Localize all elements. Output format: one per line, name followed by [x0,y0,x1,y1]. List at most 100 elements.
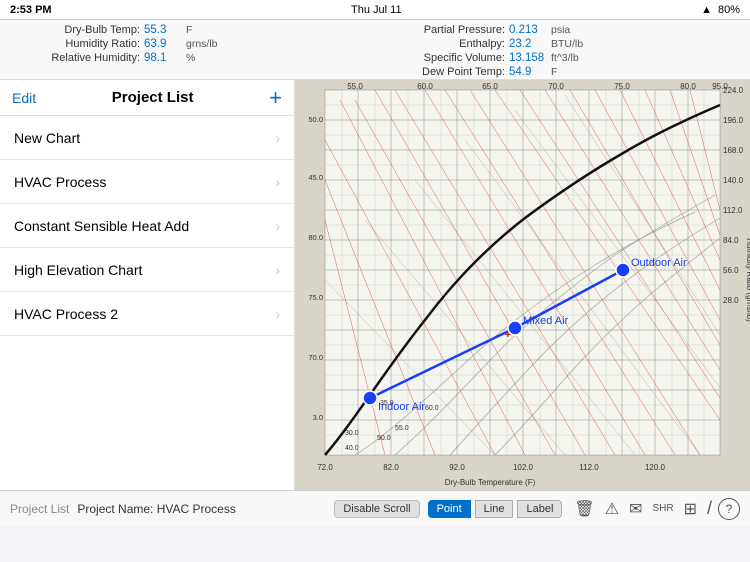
drybulb-value: 55.3 [144,24,182,36]
list-item-constant-sensible[interactable]: Constant Sensible Heat Add › [0,204,294,248]
svg-text:60.0: 60.0 [425,405,439,412]
svg-text:50.0: 50.0 [377,435,391,442]
header-metrics: Dry-Bulb Temp: 55.3 F Humidity Ratio: 63… [0,20,750,80]
partialpressure-unit: psia [551,24,570,36]
specificvolume-row: Specific Volume: 13.158 ft^3/lb [375,52,740,64]
svg-text:92.0: 92.0 [449,463,465,472]
list-title: Project List [36,89,269,106]
help-icon-button[interactable]: ? [718,498,740,520]
svg-text:95.0: 95.0 [712,82,728,91]
drybulb-row: Dry-Bulb Temp: 55.3 F [10,24,375,36]
svg-text:112.0: 112.0 [723,206,743,215]
svg-text:60.0: 60.0 [417,82,433,91]
svg-text:84.0: 84.0 [723,236,739,245]
svg-text:140.0: 140.0 [723,176,744,185]
svg-text:40.0: 40.0 [345,445,359,452]
point-button[interactable]: Point [428,500,471,518]
chevron-right-icon: › [275,218,280,234]
disable-scroll-button[interactable]: Disable Scroll [334,500,419,518]
share-icon-button[interactable]: SHR [648,501,677,516]
enthalpy-label: Enthalpy: [375,38,505,50]
svg-text:82.0: 82.0 [383,463,399,472]
battery-indicator: 80% [718,4,740,16]
list-item-label: HVAC Process 2 [14,306,275,322]
chevron-right-icon: › [275,262,280,278]
humidityratio-unit: grns/lb [186,38,218,50]
label-button[interactable]: Label [517,500,562,518]
svg-text:Dry-Bulb Temperature (F): Dry-Bulb Temperature (F) [445,478,536,487]
warning-icon-button[interactable]: ⚠ [601,497,623,521]
line-button[interactable]: Line [475,500,514,518]
line-tool-icon-button[interactable]: / [703,496,716,521]
svg-text:70.0: 70.0 [548,82,564,91]
svg-text:65.0: 65.0 [482,82,498,91]
add-button[interactable]: + [269,87,282,109]
svg-text:70.0: 70.0 [308,353,323,362]
list-item-hvac-process-2[interactable]: HVAC Process 2 › [0,292,294,336]
svg-text:3.0: 3.0 [313,413,323,422]
list-item-hvac-process[interactable]: HVAC Process › [0,160,294,204]
list-item-high-elevation[interactable]: High Elevation Chart › [0,248,294,292]
svg-text:112.0: 112.0 [579,463,599,472]
dewpoint-value: 54.9 [509,66,547,78]
list-item-label: Constant Sensible Heat Add [14,218,275,234]
svg-text:35.0: 35.0 [380,400,394,407]
svg-text:30.0: 30.0 [345,430,359,437]
svg-text:196.0: 196.0 [723,116,744,125]
list-item-label: New Chart [14,130,275,146]
grid-icon-button[interactable]: ⊞ [680,497,701,521]
svg-text:Mixed Air: Mixed Air [523,315,569,327]
partialpressure-row: Partial Pressure: 0.213 psia [375,24,740,36]
psych-chart-svg: 224.0 196.0 168.0 140.0 112.0 84.0 56.0 … [295,80,750,490]
chevron-right-icon: › [275,130,280,146]
list-header: Edit Project List + [0,80,294,116]
toolbar-icons: 🗑 ⚠ ✉ SHR ⊞ / ? [570,496,740,521]
svg-text:56.0: 56.0 [723,266,739,275]
svg-text:120.0: 120.0 [645,463,666,472]
svg-text:102.0: 102.0 [513,463,534,472]
svg-text:Humidity Ratio (grns/lb): Humidity Ratio (grns/lb) [745,238,750,322]
relhumidity-value: 98.1 [144,52,182,64]
relhumidity-unit: % [186,52,195,64]
status-bar: 2:53 PM Thu Jul 11 ▲ 80% [0,0,750,20]
list-item-label: High Elevation Chart [14,262,275,278]
outdoor-air-point [616,263,630,277]
main-area: Edit Project List + New Chart › HVAC Pro… [0,80,750,490]
enthalpy-row: Enthalpy: 23.2 BTU/lb [375,38,740,50]
svg-text:72.0: 72.0 [317,463,333,472]
partialpressure-value: 0.213 [509,24,547,36]
humidityratio-row: Humidity Ratio: 63.9 grns/lb [10,38,375,50]
metrics-right: Partial Pressure: 0.213 psia Enthalpy: 2… [375,24,740,78]
status-time: 2:53 PM [10,4,52,16]
bottom-project-name: Project Name: HVAC Process [77,502,326,516]
enthalpy-value: 23.2 [509,38,547,50]
svg-text:55.0: 55.0 [395,425,409,432]
drybulb-label: Dry-Bulb Temp: [10,24,140,36]
mail-icon-button[interactable]: ✉ [625,497,646,521]
chevron-right-icon: › [275,174,280,190]
enthalpy-unit: BTU/lb [551,38,583,50]
svg-text:80.0: 80.0 [680,82,696,91]
specificvolume-unit: ft^3/lb [551,52,579,64]
bottom-bar: Project List Project Name: HVAC Process … [0,490,750,526]
dewpoint-row: Dew Point Temp: 54.9 F [375,66,740,78]
relhumidity-label: Relative Humidity: [10,52,140,64]
svg-text:Outdoor Air: Outdoor Air [631,257,687,269]
svg-text:75.0: 75.0 [614,82,630,91]
chevron-right-icon: › [275,306,280,322]
left-panel: Edit Project List + New Chart › HVAC Pro… [0,80,295,490]
svg-text:75.0: 75.0 [308,293,323,302]
svg-text:50.0: 50.0 [308,115,323,124]
list-item-new-chart[interactable]: New Chart › [0,116,294,160]
chart-area[interactable]: 224.0 196.0 168.0 140.0 112.0 84.0 56.0 … [295,80,750,490]
svg-text:80.0: 80.0 [308,233,323,242]
drybulb-unit: F [186,24,192,36]
humidityratio-value: 63.9 [144,38,182,50]
indoor-air-point [363,391,377,405]
svg-text:168.0: 168.0 [723,146,744,155]
trash-icon-button[interactable]: 🗑 [570,497,598,521]
bottom-project-list-label: Project List [10,502,69,516]
edit-button[interactable]: Edit [12,90,36,106]
disable-scroll-group: Disable Scroll [334,500,419,518]
dewpoint-label: Dew Point Temp: [375,66,505,78]
